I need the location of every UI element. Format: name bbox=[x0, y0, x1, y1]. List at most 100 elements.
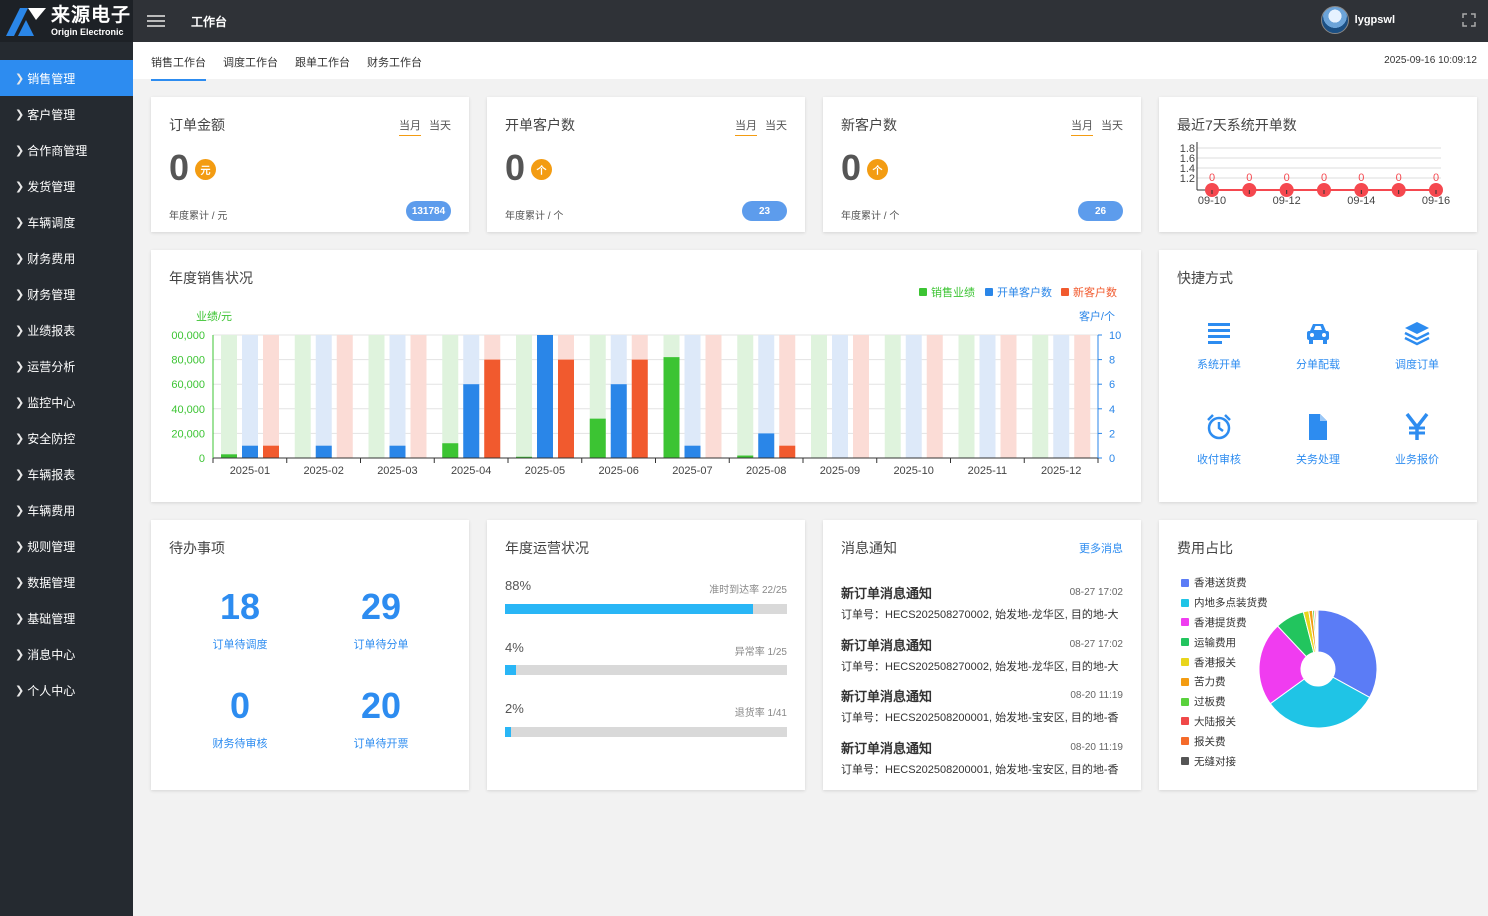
period-month-button[interactable]: 当月 bbox=[735, 117, 757, 136]
todo-count[interactable]: 0 bbox=[185, 685, 295, 727]
logo[interactable]: 来源电子 Origin Electronic bbox=[0, 0, 133, 42]
sidebar-item[interactable]: ❯ 销售管理 bbox=[0, 60, 133, 96]
sidebar-item[interactable]: ❯ 基础管理 bbox=[0, 600, 133, 636]
chevron-right-icon: ❯ bbox=[15, 540, 25, 553]
quick-actions-card: 快捷方式 系统开单 分单配载 调度订单 收付审核 关务处理 业务报价 bbox=[1159, 250, 1477, 502]
quick-action-label: 业务报价 bbox=[1395, 454, 1439, 466]
stat-card-order-amount: 订单金额 当月 当天 0 元 年度累计 / 元 131784 bbox=[151, 97, 469, 232]
pie-legend-item[interactable]: 内地多点装货费 bbox=[1181, 593, 1268, 613]
right-tick-label: 4 bbox=[1109, 404, 1115, 416]
pie-legend-item[interactable]: 苦力费 bbox=[1181, 672, 1268, 692]
pie-legend-item[interactable]: 过板费 bbox=[1181, 692, 1268, 712]
sidebar-item-label: 财务费用 bbox=[27, 251, 76, 266]
unit-badge: 个 bbox=[531, 159, 552, 180]
sidebar-item[interactable]: ❯ 安全防控 bbox=[0, 420, 133, 456]
sidebar-item[interactable]: ❯ 合作商管理 bbox=[0, 132, 133, 168]
tab-dispatch[interactable]: 调度工作台 bbox=[223, 54, 278, 70]
pie-legend-item[interactable]: 香港提货费 bbox=[1181, 613, 1268, 633]
period-today-button[interactable]: 当天 bbox=[1101, 117, 1123, 133]
chevron-right-icon: ❯ bbox=[15, 576, 25, 589]
quick-action-payment-review[interactable]: 收付审核 bbox=[1179, 413, 1259, 467]
period-month-button[interactable]: 当月 bbox=[1071, 117, 1093, 136]
pie-slice bbox=[1316, 609, 1319, 653]
tab-finance[interactable]: 财务工作台 bbox=[367, 54, 422, 70]
pie-slice bbox=[1269, 676, 1371, 729]
pie-legend-item[interactable]: 无缝对接 bbox=[1181, 751, 1268, 771]
message-item[interactable]: 新订单消息通知 08-20 11:19 订单号：HECS202508200001… bbox=[841, 686, 1123, 725]
bar bbox=[610, 384, 627, 458]
quick-action-split-load[interactable]: 分单配载 bbox=[1278, 320, 1358, 372]
ops-progress-bar bbox=[505, 727, 787, 737]
todo-label[interactable]: 订单待开票 bbox=[326, 735, 436, 751]
tab-sales[interactable]: 销售工作台 bbox=[151, 54, 206, 81]
todo-count[interactable]: 18 bbox=[185, 586, 295, 628]
card-title: 新客户数 bbox=[841, 117, 897, 133]
bar bbox=[221, 454, 237, 458]
ops-description: 准时到达率 22/25 bbox=[709, 585, 787, 596]
chevron-right-icon: ❯ bbox=[15, 648, 25, 661]
ops-percent: 88% bbox=[505, 578, 532, 593]
pie-legend-item[interactable]: 报关费 bbox=[1181, 731, 1268, 751]
more-messages-link[interactable]: 更多消息 bbox=[1079, 540, 1123, 556]
sidebar-item[interactable]: ❯ 消息中心 bbox=[0, 636, 133, 672]
bar-background bbox=[926, 335, 943, 458]
username[interactable]: lygpswl bbox=[1355, 14, 1395, 26]
sidebar-item[interactable]: ❯ 规则管理 bbox=[0, 528, 133, 564]
quick-action-dispatch-order[interactable]: 调度订单 bbox=[1377, 320, 1457, 372]
sidebar-item[interactable]: ❯ 客户管理 bbox=[0, 96, 133, 132]
x-tick-label: 09-12 bbox=[1273, 195, 1301, 207]
stat-card-new-customers: 新客户数 当月 当天 0 个 年度累计 / 个 26 bbox=[823, 97, 1141, 232]
message-item[interactable]: 新订单消息通知 08-27 17:02 订单号：HECS202508270002… bbox=[841, 583, 1123, 622]
pie-legend-item[interactable]: 香港报关 bbox=[1181, 652, 1268, 672]
todo-label[interactable]: 订单待分单 bbox=[326, 636, 436, 652]
sidebar-item[interactable]: ❯ 车辆费用 bbox=[0, 492, 133, 528]
todo-label[interactable]: 订单待调度 bbox=[185, 636, 295, 652]
sidebar-item[interactable]: ❯ 运营分析 bbox=[0, 348, 133, 384]
message-item[interactable]: 新订单消息通知 08-20 11:19 订单号：HECS202508200001… bbox=[841, 738, 1123, 777]
bar-background bbox=[1074, 335, 1091, 458]
quick-action-label: 分单配载 bbox=[1296, 359, 1340, 371]
legend-label: 香港报关 bbox=[1194, 656, 1236, 669]
bar-background bbox=[779, 335, 796, 458]
sidebar-item[interactable]: ❯ 车辆报表 bbox=[0, 456, 133, 492]
current-datetime: 2025-09-16 10:09:12 bbox=[1384, 55, 1477, 66]
pie-slice bbox=[1317, 609, 1378, 699]
document-icon bbox=[1309, 414, 1327, 440]
left-tick-label: 0 bbox=[199, 453, 205, 465]
tab-follow[interactable]: 跟单工作台 bbox=[295, 54, 350, 70]
bar bbox=[442, 443, 459, 458]
period-today-button[interactable]: 当天 bbox=[429, 117, 451, 133]
fullscreen-icon[interactable] bbox=[1462, 13, 1476, 27]
quick-action-quote[interactable]: 业务报价 bbox=[1377, 413, 1457, 467]
bar bbox=[684, 445, 701, 458]
menu-toggle-icon[interactable] bbox=[147, 12, 165, 30]
sidebar-item[interactable]: ❯ 数据管理 bbox=[0, 564, 133, 600]
user-menu[interactable]: lygpswl bbox=[1320, 6, 1395, 34]
sidebar-item[interactable]: ❯ 个人中心 bbox=[0, 672, 133, 708]
pie-legend-item[interactable]: 香港送货费 bbox=[1181, 573, 1268, 593]
avatar[interactable] bbox=[1320, 6, 1349, 34]
annual-sales-card: 年度销售状况 销售业绩 开单客户数 新客户数 业绩/元 客户/个 0 20,000 40,0… bbox=[151, 250, 1141, 502]
bar-background bbox=[315, 335, 332, 458]
legend-label: 香港送货费 bbox=[1194, 577, 1247, 590]
sidebar-item[interactable]: ❯ 财务管理 bbox=[0, 276, 133, 312]
right-axis-title: 客户/个 bbox=[1079, 309, 1115, 323]
todo-label[interactable]: 财务待审核 bbox=[185, 735, 295, 751]
sidebar-item[interactable]: ❯ 业绩报表 bbox=[0, 312, 133, 348]
message-item[interactable]: 新订单消息通知 08-27 17:02 订单号：HECS202508270002… bbox=[841, 635, 1123, 674]
sidebar-item[interactable]: ❯ 发货管理 bbox=[0, 168, 133, 204]
period-month-button[interactable]: 当月 bbox=[399, 117, 421, 136]
todo-count[interactable]: 29 bbox=[326, 586, 436, 628]
sidebar-item[interactable]: ❯ 财务费用 bbox=[0, 240, 133, 276]
sidebar-item[interactable]: ❯ 监控中心 bbox=[0, 384, 133, 420]
right-tick-label: 2 bbox=[1109, 428, 1115, 440]
chevron-right-icon: ❯ bbox=[15, 108, 25, 121]
sidebar-item[interactable]: ❯ 车辆调度 bbox=[0, 204, 133, 240]
quick-action-customs[interactable]: 关务处理 bbox=[1278, 413, 1358, 467]
todo-count[interactable]: 20 bbox=[326, 685, 436, 727]
period-today-button[interactable]: 当天 bbox=[765, 117, 787, 133]
quick-action-system-order[interactable]: 系统开单 bbox=[1179, 320, 1259, 372]
legend-label: 苦力费 bbox=[1194, 676, 1226, 689]
pie-legend-item[interactable]: 运输费用 bbox=[1181, 632, 1268, 652]
pie-legend-item[interactable]: 大陆报关 bbox=[1181, 712, 1268, 732]
